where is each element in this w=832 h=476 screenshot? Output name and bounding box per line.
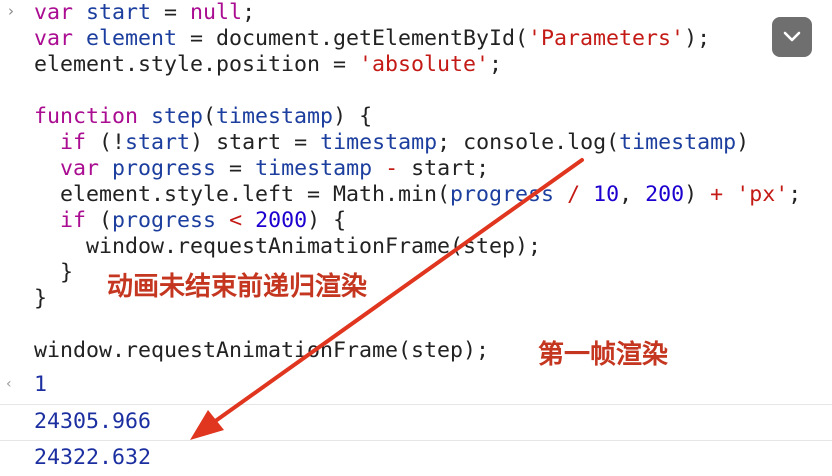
code-token: progress xyxy=(112,208,217,233)
code-token: ) { xyxy=(333,104,373,129)
code-token: 'px' xyxy=(736,182,789,207)
chevron-down-icon xyxy=(783,31,801,42)
code-token: } xyxy=(34,286,48,311)
code-token: timestamp xyxy=(216,104,334,129)
code-line: function step(timestamp) { xyxy=(34,104,372,130)
code-token: ) { xyxy=(307,208,347,233)
code-line: if (!start) start = timestamp; console.l… xyxy=(34,130,749,156)
code-token: = xyxy=(216,156,256,181)
code-line: window.requestAnimationFrame(step); xyxy=(34,234,541,260)
code-line: var progress = timestamp - start; xyxy=(34,156,489,182)
code-token: ) xyxy=(684,182,711,207)
code-token: = document.getElementById( xyxy=(177,26,529,51)
code-token: 'Parameters' xyxy=(528,26,685,51)
code-token: / xyxy=(567,182,581,207)
annotation-recursive-render: 动画未结束前递归渲染 xyxy=(107,272,368,302)
code-token: = xyxy=(151,0,191,25)
code-line: element.style.position = 'absolute'; xyxy=(34,52,502,78)
code-line: if (progress < 2000) { xyxy=(34,208,346,234)
code-token: var xyxy=(34,26,87,51)
code-token: progress xyxy=(112,156,217,181)
code-token: progress xyxy=(450,182,555,207)
code-token: start; xyxy=(398,156,490,181)
code-token: function xyxy=(34,104,152,129)
console-output: 24305.966 xyxy=(34,409,152,434)
code-token: , xyxy=(619,182,646,207)
code-token: step xyxy=(151,104,204,129)
devtools-console: › var start = null; var element = documen… xyxy=(0,0,832,476)
code-token: timestamp xyxy=(320,130,438,155)
annotation-first-frame: 第一帧渲染 xyxy=(538,340,669,370)
code-token: ( xyxy=(86,208,113,233)
console-output: 24322.632 xyxy=(34,445,152,470)
code-token: window.requestAnimationFrame(step); xyxy=(34,338,490,363)
code-token: if xyxy=(60,130,87,155)
code-token: start xyxy=(86,0,152,25)
code-token: element xyxy=(86,26,178,51)
code-line: var element = document.getElementById('P… xyxy=(34,26,710,52)
code-line: window.requestAnimationFrame(step); xyxy=(34,338,489,364)
code-token: timestamp xyxy=(255,156,373,181)
code-token: - xyxy=(385,156,399,181)
code-token: element.style.left = Math.min( xyxy=(34,182,451,207)
code-line: } xyxy=(34,260,73,286)
code-token: null xyxy=(190,0,243,25)
code-token: if xyxy=(60,208,87,233)
console-result-row: ‹ 1 xyxy=(0,368,832,404)
code-token: ) xyxy=(736,130,750,155)
code-token: ; console.log( xyxy=(437,130,620,155)
code-token: ); xyxy=(684,26,711,51)
code-token: timestamp xyxy=(619,130,737,155)
code-token: var xyxy=(34,0,87,25)
code-token: ; xyxy=(489,52,503,77)
console-output: 1 xyxy=(34,372,48,397)
prompt-chevron-icon: › xyxy=(8,2,14,20)
code-token: window.requestAnimationFrame(step); xyxy=(34,234,542,259)
code-line: element.style.left = Math.min(progress /… xyxy=(34,182,801,208)
code-token: (! xyxy=(86,130,126,155)
code-token: 200 xyxy=(645,182,685,207)
code-token: ; xyxy=(242,0,256,25)
code-token: element.style.position = xyxy=(34,52,360,77)
expand-button[interactable] xyxy=(772,17,812,57)
code-token: ( xyxy=(203,104,217,129)
code-token: 10 xyxy=(593,182,620,207)
result-arrow-icon: ‹ xyxy=(6,376,12,392)
console-log-row: 24305.966 xyxy=(0,404,832,440)
code-token: var xyxy=(60,156,113,181)
code-token: 'absolute' xyxy=(359,52,490,77)
code-token: + xyxy=(710,182,724,207)
code-token: ; xyxy=(788,182,802,207)
code-line: var start = null; xyxy=(34,0,255,26)
code-token: ) start = xyxy=(190,130,321,155)
console-input-block[interactable]: › var start = null; var element = documen… xyxy=(0,0,832,372)
code-token: 2000 xyxy=(255,208,308,233)
code-token: start xyxy=(125,130,191,155)
code-token: } xyxy=(34,260,74,285)
code-token: < xyxy=(229,208,243,233)
code-line: } xyxy=(34,286,47,312)
console-log-row: 24322.632 xyxy=(0,440,832,476)
